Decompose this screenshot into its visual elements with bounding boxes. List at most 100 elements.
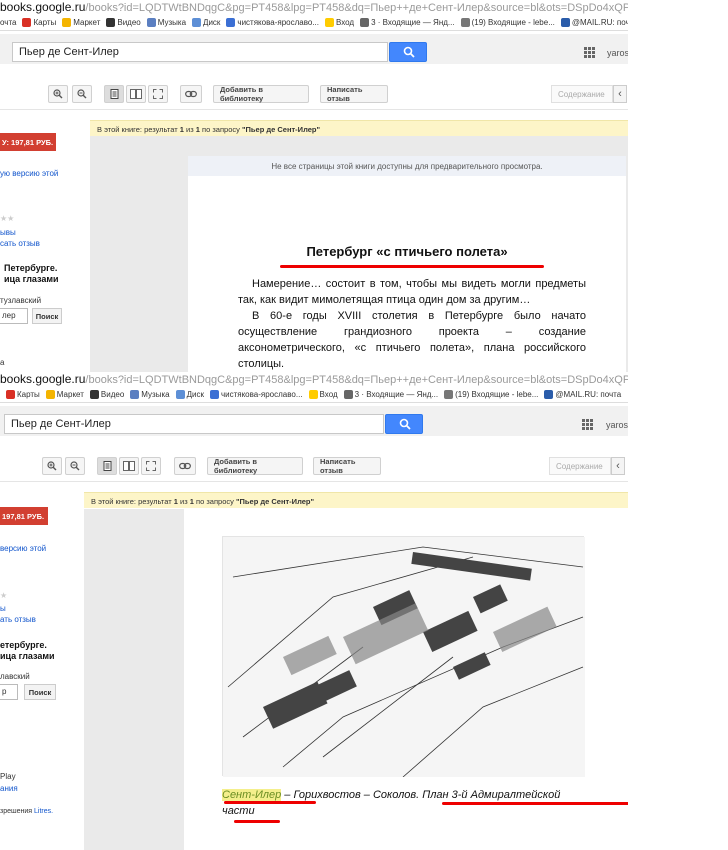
bookmark-item[interactable]: (19) Входящие - lebe... <box>444 389 538 399</box>
bookmark-item[interactable]: Карты <box>22 17 57 27</box>
bookmark-label: Карты <box>33 17 57 27</box>
chevron-left-icon[interactable]: ‹ <box>613 85 627 103</box>
bookmark-item[interactable]: 3 · Входящие — Янд... <box>343 389 438 399</box>
bookmark-item[interactable]: Музыка <box>130 389 170 399</box>
ebook-link[interactable]: версию этой <box>0 544 46 553</box>
bookmark-item[interactable]: @MAIL.RU: почта <box>544 389 621 399</box>
reviews-link[interactable]: ывы <box>0 228 16 237</box>
book-title-line1: Петербурге. <box>4 263 58 273</box>
chevron-left-icon[interactable]: ‹ <box>611 457 625 475</box>
write-review-link[interactable]: сать отзыв <box>0 239 40 248</box>
url-path: /books?id=LQDTWtBNDqgC&pg=PT458&lpg=PT45… <box>85 2 628 14</box>
search-row: Пьер де Сент-Илер yaros <box>0 34 628 64</box>
bookmark-label: Видео <box>100 389 125 399</box>
caption-line2: части <box>222 805 255 817</box>
bookmark-item[interactable]: (19) Входящие - lebe... <box>460 17 555 27</box>
search-button[interactable] <box>389 42 427 62</box>
apps-grid-icon[interactable] <box>584 47 595 58</box>
single-page-view-button[interactable] <box>97 457 117 475</box>
bookmark-item[interactable]: Диск <box>192 17 220 27</box>
search-results-bar: В этой книге: результат 1 из 1 по запрос… <box>84 492 628 508</box>
single-page-view-button[interactable] <box>104 85 124 103</box>
google-play-line2[interactable]: ания <box>0 784 18 793</box>
zoom-in-button[interactable] <box>42 457 62 475</box>
zoom-out-button[interactable] <box>72 85 92 103</box>
bookmark-item[interactable]: Вход <box>325 17 354 27</box>
ebook-link[interactable]: ую версию этой <box>0 169 58 178</box>
book-viewer[interactable]: Не все страницы этой книги доступны для … <box>90 136 628 372</box>
in-book-search-input[interactable]: р <box>0 684 18 700</box>
zoom-in-button[interactable] <box>48 85 68 103</box>
book-page: Сент-Илер – Горихвостов – Соколов. План … <box>184 509 628 850</box>
link-button[interactable] <box>174 457 196 475</box>
bookmark-item[interactable]: 3 · Входящие — Янд... <box>360 17 455 27</box>
in-book-search-button[interactable]: Поиск <box>32 308 62 324</box>
apps-grid-icon[interactable] <box>582 419 593 430</box>
in-book-search-button[interactable]: Поиск <box>24 684 56 700</box>
bookmark-item[interactable]: Видео <box>106 17 141 27</box>
write-review-link[interactable]: ать отзыв <box>0 615 36 624</box>
two-pages-icon <box>123 461 135 471</box>
bookmark-favicon-icon <box>89 389 99 399</box>
buy-button[interactable]: 197,81 РУБ. <box>0 507 48 525</box>
bookmark-item[interactable]: Маркет <box>45 389 84 399</box>
litres-permission: зрешения Litres. <box>0 808 53 815</box>
book-author: лавский <box>0 672 30 681</box>
litres-link[interactable]: Litres. <box>34 808 53 815</box>
fullscreen-icon <box>146 461 156 471</box>
add-to-library-button[interactable]: Добавить в библиотеку <box>213 85 309 103</box>
bookmark-favicon-icon <box>544 389 554 399</box>
screenshot-top: books.google.ru/books?id=LQDTWtBNDqgC&pg… <box>0 0 628 372</box>
account-name[interactable]: yaros <box>606 420 628 430</box>
bookmark-item[interactable]: Музыка <box>146 17 186 27</box>
book-viewer[interactable]: Сент-Илер – Горихвостов – Соколов. План … <box>84 509 628 850</box>
zoom-out-button[interactable] <box>65 457 85 475</box>
bookmark-item[interactable]: Карты <box>6 389 40 399</box>
address-bar[interactable]: books.google.ru/books?id=LQDTWtBNDqgC&pg… <box>0 372 628 386</box>
write-review-button[interactable]: Написать отзыв <box>313 457 381 475</box>
bookmark-item[interactable]: Видео <box>89 389 125 399</box>
bookmark-item[interactable]: очта <box>0 18 16 27</box>
reviews-link[interactable]: ы <box>0 604 6 613</box>
two-page-view-button[interactable] <box>119 457 139 475</box>
fullscreen-button[interactable] <box>141 457 161 475</box>
preview-notice: Не все страницы этой книги доступны для … <box>188 156 626 176</box>
link-icon <box>185 90 197 98</box>
results-of: из <box>180 497 188 506</box>
write-review-button[interactable]: Написать отзыв <box>320 85 388 103</box>
axonometric-plan-image <box>222 536 585 778</box>
book-toolbar: Добавить в библиотеку Написать отзыв Сод… <box>0 450 628 482</box>
search-input[interactable]: Пьер де Сент-Илер <box>4 414 384 434</box>
bookmark-item[interactable]: чистякова-ярославо... <box>209 389 303 399</box>
litres-prefix: зрешения <box>0 808 33 815</box>
search-results-bar: В этой книге: результат 1 из 1 по запрос… <box>90 120 628 136</box>
buy-button[interactable]: У: 197,81 РУБ. <box>0 133 56 151</box>
bookmark-item[interactable]: @MAIL.RU: почта <box>560 17 628 27</box>
bookmark-favicon-icon <box>444 389 454 399</box>
bookmark-favicon-icon <box>146 17 156 27</box>
search-row: Пьер де Сент-Илер yaros <box>0 406 628 436</box>
two-page-view-button[interactable] <box>126 85 146 103</box>
contents-button[interactable]: Содержание <box>549 457 611 475</box>
bookmark-item[interactable]: Диск <box>175 389 204 399</box>
add-to-library-button[interactable]: Добавить в библиотеку <box>207 457 303 475</box>
search-button[interactable] <box>385 414 423 434</box>
bookmark-item[interactable]: Маркет <box>62 17 100 27</box>
results-query: "Пьер де Сент-Илер" <box>235 497 315 506</box>
bookmark-favicon-icon <box>192 17 202 27</box>
bookmark-item[interactable]: Вход <box>308 389 338 399</box>
search-input[interactable]: Пьер де Сент-Илер <box>12 42 388 62</box>
paragraph-1: Намерение… состоит в том, чтобы мы видет… <box>238 278 586 306</box>
contents-button[interactable]: Содержание <box>551 85 613 103</box>
bookmark-item[interactable]: чистякова-ярославо... <box>226 17 319 27</box>
bookmark-favicon-icon <box>6 389 15 399</box>
in-book-search-input[interactable]: лер <box>0 308 28 324</box>
link-button[interactable] <box>180 85 202 103</box>
results-query: "Пьер де Сент-Илер" <box>241 125 321 134</box>
bookmark-label: Видео <box>117 17 141 27</box>
account-name[interactable]: yaros <box>607 48 628 58</box>
bookmark-label: Карты <box>17 389 40 399</box>
fullscreen-button[interactable] <box>148 85 168 103</box>
url-path: /books?id=LQDTWtBNDqgC&pg=PT458&lpg=PT45… <box>85 374 628 386</box>
address-bar[interactable]: books.google.ru/books?id=LQDTWtBNDqgC&pg… <box>0 0 628 14</box>
